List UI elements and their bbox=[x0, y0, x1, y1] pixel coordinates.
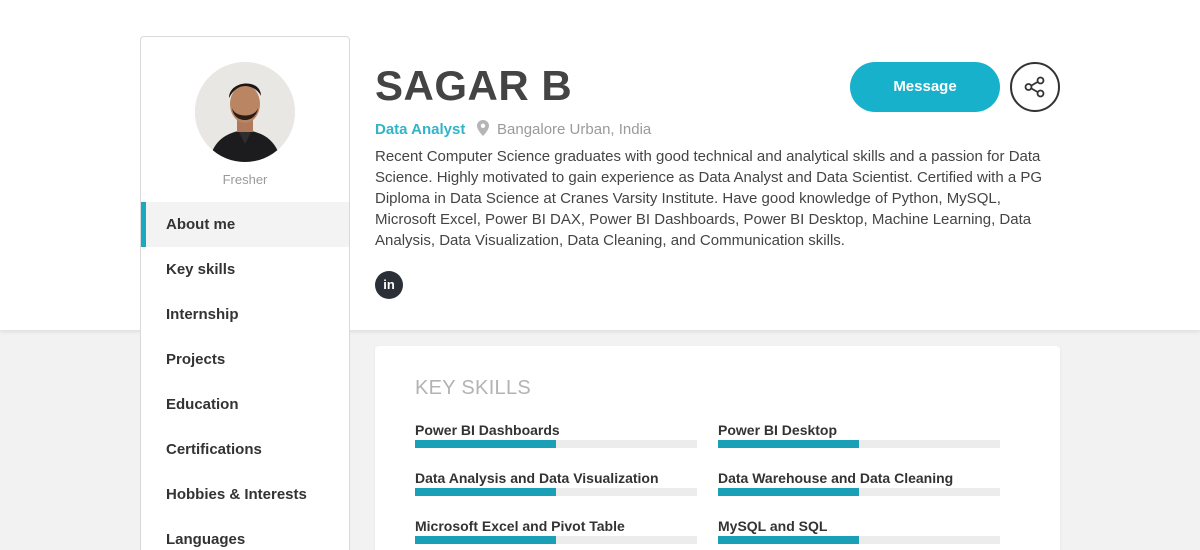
profile-sidebar: Fresher About me Key skills Internship P… bbox=[140, 36, 350, 550]
sidebar-nav: About me Key skills Internship Projects … bbox=[141, 202, 349, 550]
skill-bar-track bbox=[415, 536, 697, 544]
key-skills-title: KEY SKILLS bbox=[415, 377, 532, 399]
skill-bar-fill bbox=[415, 440, 556, 448]
linkedin-icon[interactable]: in bbox=[375, 271, 403, 299]
skill-bar-track bbox=[415, 440, 697, 448]
skill-item: Data Analysis and Data Visualization bbox=[415, 468, 697, 496]
skill-item: Power BI Dashboards bbox=[415, 420, 697, 448]
share-button[interactable] bbox=[1010, 62, 1060, 112]
skill-bar-track bbox=[718, 536, 1000, 544]
skill-bar-track bbox=[415, 488, 697, 496]
key-skills-card: KEY SKILLS Power BI Dashboards Power BI … bbox=[375, 346, 1060, 550]
skill-bar-fill bbox=[718, 440, 859, 448]
skill-bar-fill bbox=[718, 536, 859, 544]
skill-name: Data Analysis and Data Visualization bbox=[415, 470, 659, 486]
skill-name: Power BI Desktop bbox=[718, 422, 838, 438]
skill-bar-track bbox=[718, 440, 1000, 448]
skill-name: MySQL and SQL bbox=[718, 518, 828, 534]
sidebar-item-projects[interactable]: Projects bbox=[141, 337, 349, 382]
sidebar-item-key-skills[interactable]: Key skills bbox=[141, 247, 349, 292]
location-pin-icon bbox=[477, 120, 489, 136]
skill-item: Power BI Desktop bbox=[718, 420, 1000, 448]
profile-summary: Recent Computer Science graduates with g… bbox=[375, 148, 1043, 249]
message-button[interactable]: Message bbox=[850, 62, 1000, 112]
skill-bar-track bbox=[718, 488, 1000, 496]
avatar bbox=[195, 62, 295, 162]
skill-bar-fill bbox=[718, 488, 859, 496]
skill-name: Data Warehouse and Data Cleaning bbox=[718, 470, 954, 486]
sidebar-item-internship[interactable]: Internship bbox=[141, 292, 349, 337]
skill-bar-fill bbox=[415, 536, 556, 544]
skill-item: MySQL and SQL bbox=[718, 516, 1000, 544]
profile-location: Bangalore Urban, India bbox=[497, 121, 652, 138]
skill-name: Microsoft Excel and Pivot Table bbox=[415, 518, 625, 534]
skill-bar-fill bbox=[415, 488, 556, 496]
experience-status: Fresher bbox=[222, 172, 268, 187]
profile-role: Data Analyst bbox=[375, 121, 466, 138]
sidebar-item-education[interactable]: Education bbox=[141, 382, 349, 427]
share-icon bbox=[1024, 76, 1045, 98]
profile-name: SAGAR B bbox=[375, 62, 573, 109]
sidebar-item-about-me[interactable]: About me bbox=[141, 202, 349, 247]
skill-item: Microsoft Excel and Pivot Table bbox=[415, 516, 697, 544]
skill-item: Data Warehouse and Data Cleaning bbox=[718, 468, 1000, 496]
sidebar-item-hobbies[interactable]: Hobbies & Interests bbox=[141, 472, 349, 517]
sidebar-item-languages[interactable]: Languages bbox=[141, 517, 349, 550]
sidebar-item-certifications[interactable]: Certifications bbox=[141, 427, 349, 472]
skill-name: Power BI Dashboards bbox=[415, 422, 560, 438]
